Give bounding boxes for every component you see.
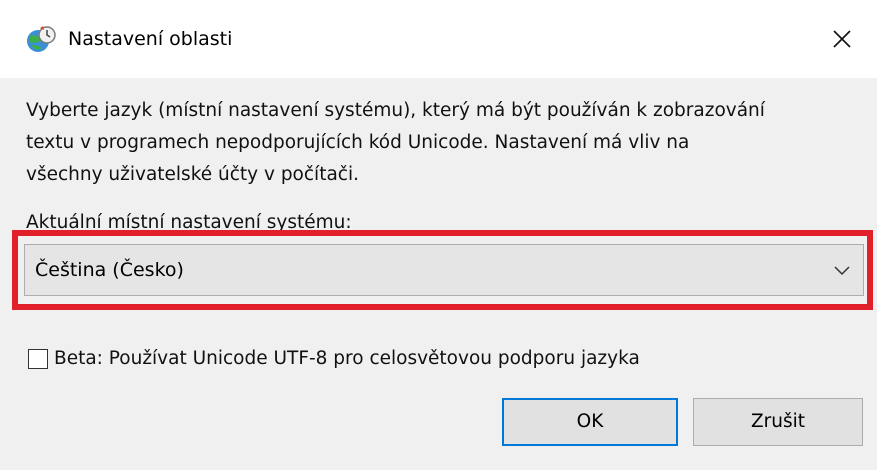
beta-utf8-checkbox[interactable] bbox=[28, 349, 48, 369]
description-text: Vyberte jazyk (místní nastavení systému)… bbox=[26, 95, 846, 191]
globe-clock-icon bbox=[27, 26, 56, 52]
beta-utf8-option[interactable]: Beta: Používat Unicode UTF-8 pro celosvě… bbox=[28, 343, 640, 375]
system-locale-select[interactable]: Čeština (Česko) bbox=[24, 244, 864, 296]
chevron-down-icon bbox=[834, 266, 850, 276]
description-line: textu v programech nepodporujících kód U… bbox=[26, 132, 690, 153]
window-title: Nastavení oblasti bbox=[68, 28, 233, 50]
description-line: všechny uživatelské účty v počítači. bbox=[26, 164, 359, 185]
ok-button[interactable]: OK bbox=[502, 398, 678, 446]
cancel-button[interactable]: Zrušit bbox=[693, 398, 863, 446]
system-locale-value: Čeština (Česko) bbox=[35, 259, 184, 281]
close-icon bbox=[833, 30, 851, 48]
beta-utf8-label: Beta: Používat Unicode UTF-8 pro celosvě… bbox=[54, 348, 640, 369]
title-bar[interactable]: Nastavení oblasti bbox=[0, 0, 877, 78]
region-settings-dialog: Nastavení oblasti Vyberte jazyk (místní … bbox=[0, 0, 877, 470]
description-line: Vyberte jazyk (místní nastavení systému)… bbox=[26, 100, 765, 121]
close-button[interactable] bbox=[807, 8, 877, 70]
